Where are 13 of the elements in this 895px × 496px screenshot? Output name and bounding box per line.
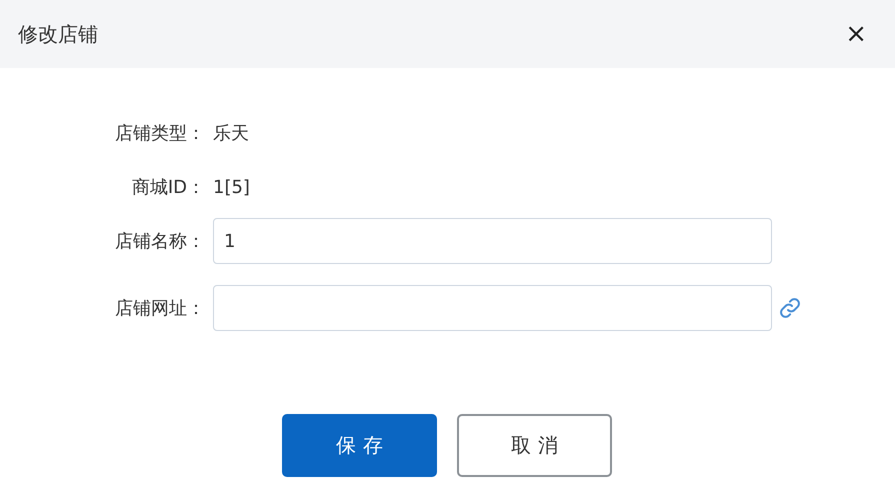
input-field[interactable]: 1 (213, 218, 772, 264)
field-label: 店铺名称： (114, 230, 205, 253)
close-button[interactable]: × (841, 21, 871, 47)
field-label: 店铺类型： (114, 122, 205, 145)
link-icon[interactable] (778, 296, 802, 320)
field-label: 商城ID： (130, 176, 205, 199)
field-label: 店铺网址： (114, 297, 205, 320)
field-value: 乐天 (213, 122, 249, 145)
input-field[interactable] (213, 285, 772, 331)
dialog-title: 修改店铺 (18, 20, 98, 48)
save-button[interactable]: 保存 (282, 414, 437, 477)
cancel-button[interactable]: 取消 (457, 414, 612, 477)
field-value: 1[5] (213, 176, 250, 198)
